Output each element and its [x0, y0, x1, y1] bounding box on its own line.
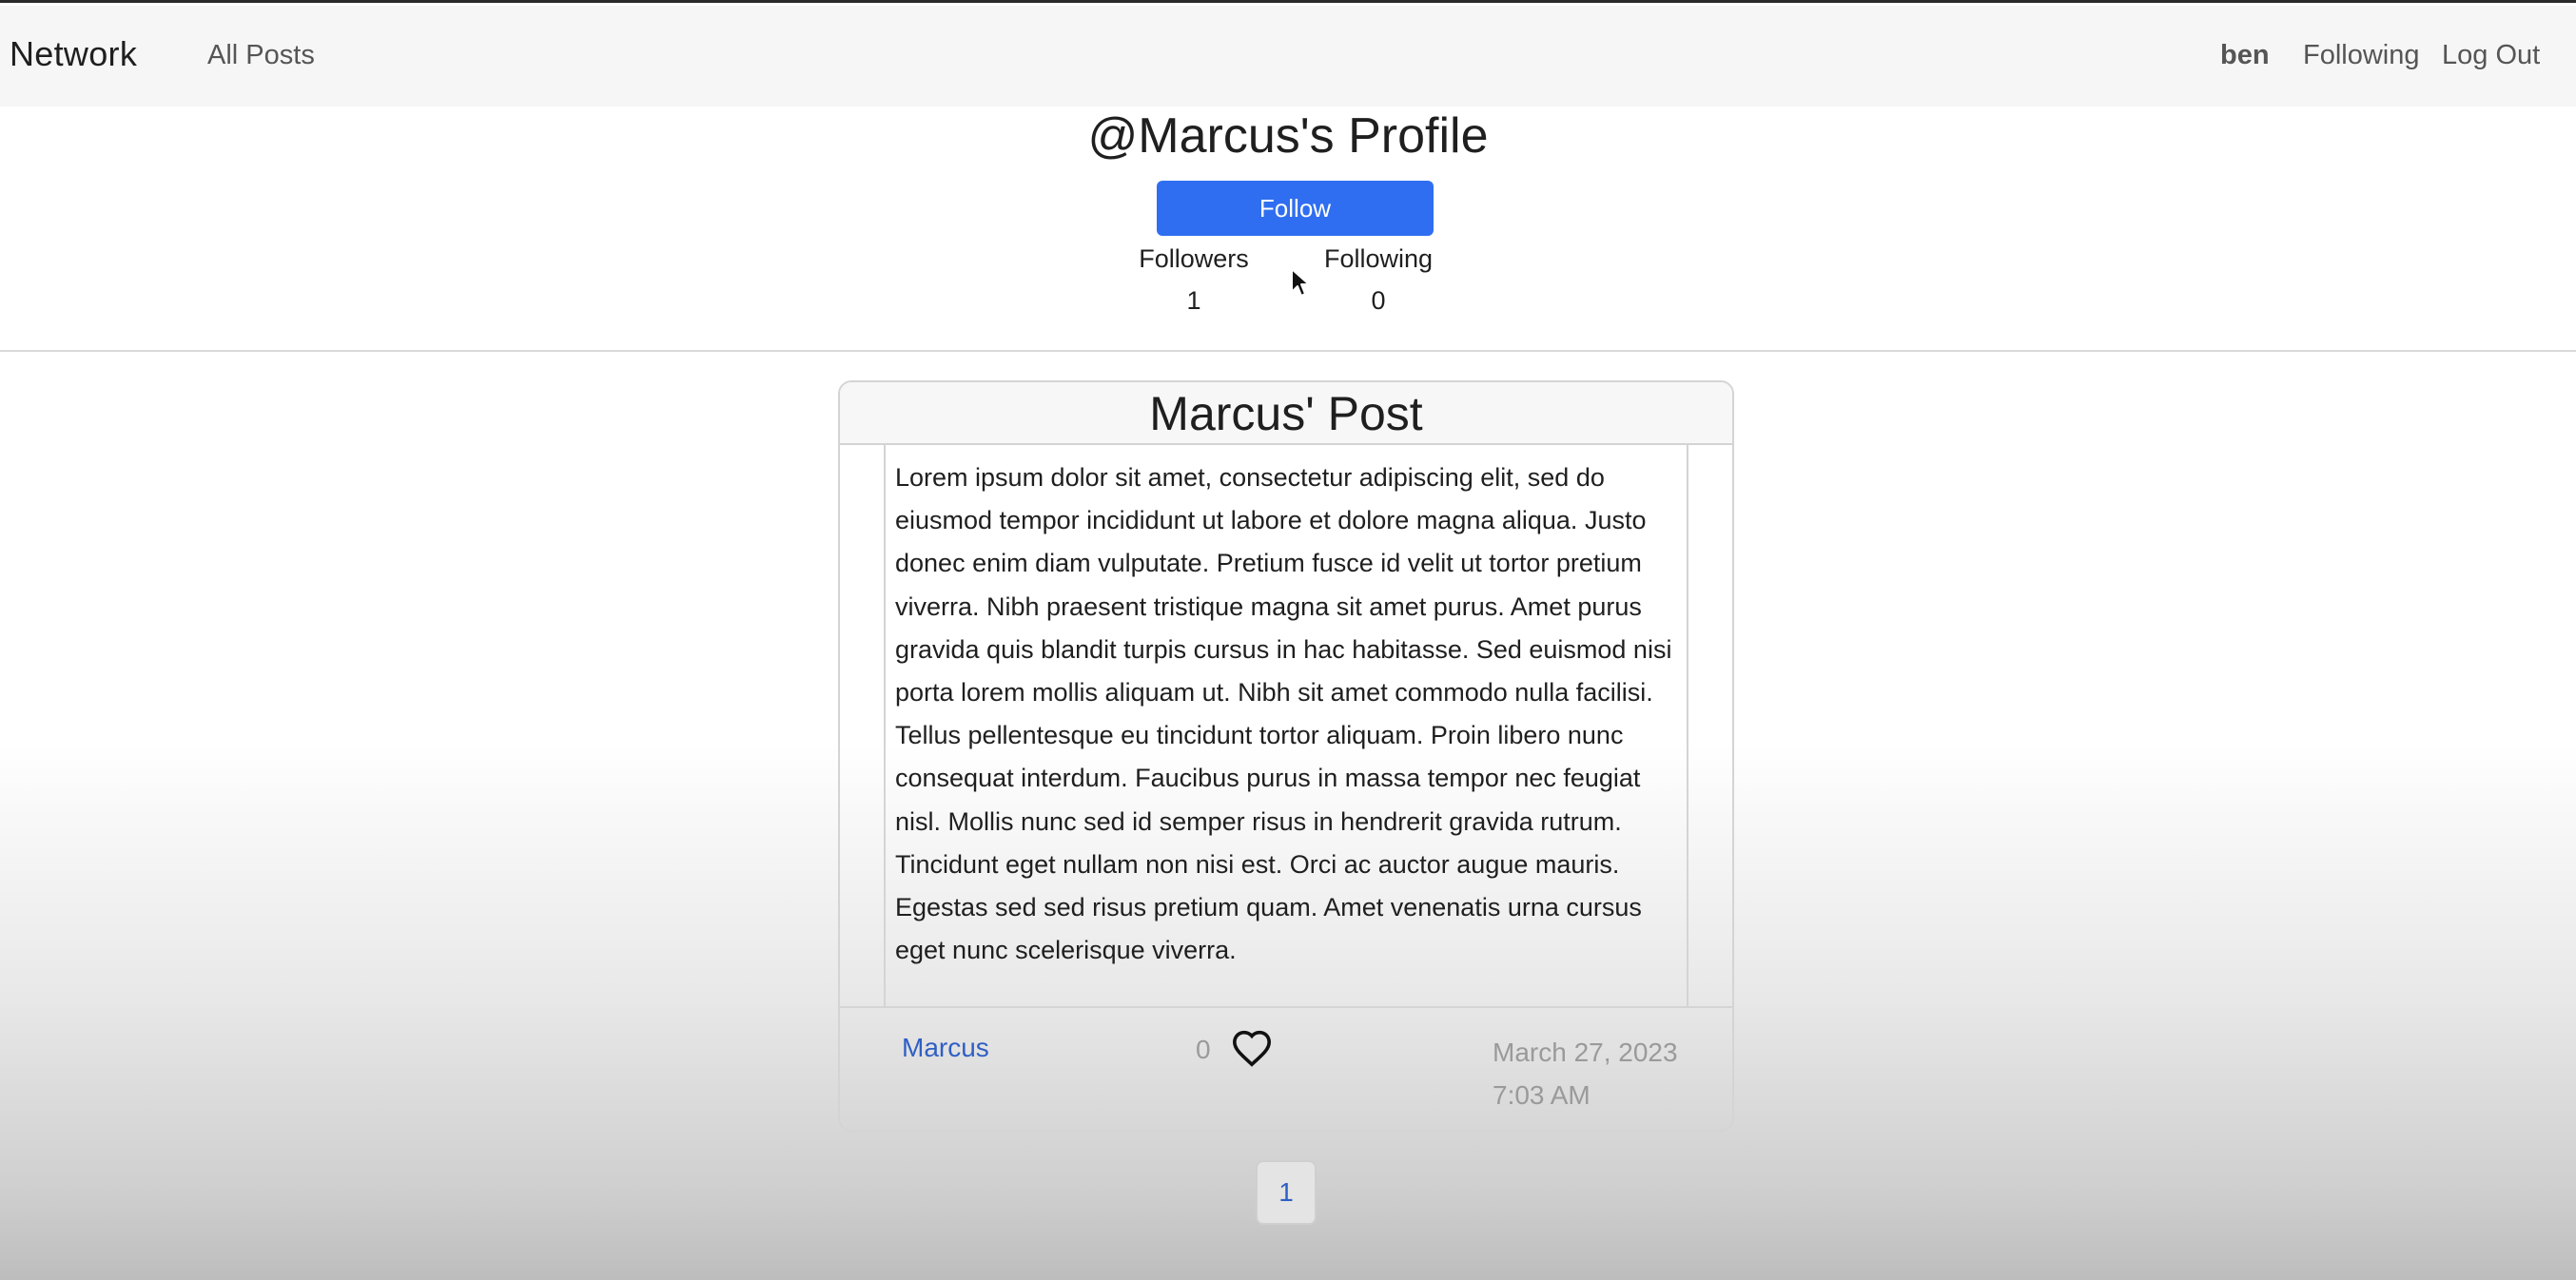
post-card: Marcus' Post Lorem ipsum dolor sit amet,… — [838, 380, 1734, 1132]
section-divider — [0, 350, 2576, 352]
post-title: Marcus' Post — [840, 382, 1732, 445]
post-author-link[interactable]: Marcus — [902, 1033, 989, 1063]
follow-button[interactable]: Follow — [1157, 181, 1434, 236]
post-line: Egestas sed sed risus pretium quam. Amet… — [895, 893, 1642, 922]
post-body: Lorem ipsum dolor sit amet, consectetur … — [884, 445, 1688, 1006]
post-line: consequat interdum. Faucibus purus in ma… — [895, 764, 1641, 793]
nav-username[interactable]: ben — [2220, 40, 2270, 71]
post-line: viverra. Nibh praesent tristique magna s… — [895, 592, 1642, 621]
post-footer: Marcus 0 March 27, 2023 7:03 AM — [840, 1006, 1732, 1130]
post-line: gravida quis blandit turpis cursus in ha… — [895, 634, 1672, 664]
post-date: March 27, 2023 — [1493, 1038, 1678, 1067]
brand-link[interactable]: Network — [10, 34, 137, 74]
nav-following[interactable]: Following — [2303, 40, 2420, 71]
following-label: Following — [1323, 244, 1434, 273]
followers-count: 1 — [1186, 286, 1201, 315]
profile-title: @Marcus's Profile — [1087, 108, 1489, 164]
post-line: nisl. Mollis nunc sed id semper risus in… — [895, 806, 1622, 836]
followers-label: Followers — [1139, 244, 1249, 273]
post-time: 7:03 AM — [1493, 1080, 1590, 1110]
post-line: porta lorem mollis aliquam ut. Nibh sit … — [895, 678, 1653, 708]
post-line: eget nunc scelerisque viverra. — [895, 936, 1237, 965]
nav-logout[interactable]: Log Out — [2442, 40, 2540, 71]
nav-all-posts[interactable]: All Posts — [207, 40, 315, 71]
post-line: donec enim diam vulputate. Pretium fusce… — [895, 549, 1642, 578]
post-timestamp: March 27, 2023 7:03 AM — [1493, 1031, 1678, 1116]
post-line: Tincidunt eget nullam non nisi est. Orci… — [895, 849, 1620, 879]
navbar: Network All Posts ben Following Log Out — [0, 6, 2576, 107]
post-content: Lorem ipsum dolor sit amet, consectetur … — [895, 456, 1694, 972]
mouse-cursor-icon — [1291, 268, 1310, 297]
following-count: 0 — [1371, 286, 1386, 315]
pagination-page-button[interactable]: 1 — [1256, 1160, 1317, 1225]
post-line: Tellus pellentesque eu tincidunt tortor … — [895, 721, 1624, 750]
post-line: Lorem ipsum dolor sit amet, consectetur … — [895, 463, 1605, 492]
post-line: eiusmod tempor incididunt ut labore et d… — [895, 506, 1647, 535]
like-count: 0 — [1196, 1035, 1211, 1064]
heart-outline-icon[interactable] — [1231, 1029, 1273, 1067]
